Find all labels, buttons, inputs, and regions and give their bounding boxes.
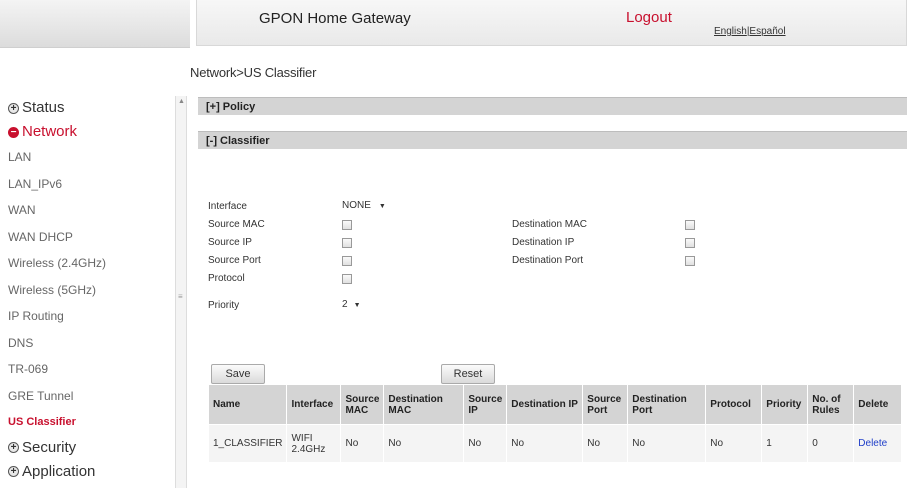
save-button[interactable]: Save (211, 364, 265, 384)
lang-spanish-link[interactable]: Español (749, 26, 785, 37)
source-mac-label: Source MAC (208, 219, 265, 230)
sidebar-item-wireless-5[interactable]: Wireless (5GHz) (0, 277, 175, 304)
interface-label: Interface (208, 201, 247, 212)
cell-source-port: No (582, 424, 629, 463)
cell-name: 1_CLASSIFIER (207, 424, 288, 463)
collapse-minus-icon: − (8, 126, 19, 138)
sidebar-item-ip-routing[interactable]: IP Routing (0, 303, 175, 330)
source-mac-checkbox[interactable] (342, 220, 352, 230)
priority-label: Priority (208, 300, 240, 311)
col-no-rules: No. of Rules (807, 384, 855, 425)
nav-application-label: Application (22, 462, 96, 480)
delete-link[interactable]: Delete (853, 424, 903, 463)
classifier-table: Name Interface Source MAC Destination MA… (207, 384, 903, 463)
port-row: Source Port Destination Port (208, 254, 907, 268)
expand-plus-icon: + (8, 442, 19, 453)
col-name: Name (207, 384, 288, 425)
nav-application[interactable]: + Application (0, 460, 175, 484)
col-protocol: Protocol (705, 384, 763, 425)
table-row: 1_CLASSIFIER WIFI 2.4GHz No No No No No … (207, 424, 903, 463)
lang-english-link[interactable]: English (714, 26, 747, 37)
source-port-label: Source Port (208, 255, 261, 266)
sidebar-item-wan-dhcp[interactable]: WAN DHCP (0, 224, 175, 251)
cell-protocol: No (705, 424, 763, 463)
table-header-row: Name Interface Source MAC Destination MA… (207, 384, 903, 425)
gateway-title: GPON Home Gateway (259, 10, 411, 27)
sidebar-item-wan[interactable]: WAN (0, 197, 175, 224)
logout-link[interactable]: Logout (626, 9, 672, 26)
nav-status-label: Status (22, 99, 65, 116)
col-interface: Interface (286, 384, 342, 425)
cell-no-rules: 0 (807, 424, 855, 463)
source-ip-label: Source IP (208, 237, 252, 248)
cell-dest-port: No (627, 424, 707, 463)
col-source-port: Source Port (582, 384, 629, 425)
col-source-mac: Source MAC (340, 384, 385, 425)
ip-row: Source IP Destination IP (208, 236, 907, 250)
priority-select[interactable]: 2 ▼ (342, 299, 372, 312)
expand-plus-icon: + (8, 102, 19, 114)
interface-select-value: NONE (342, 200, 371, 211)
cell-dest-mac: No (383, 424, 465, 463)
col-dest-mac: Destination MAC (383, 384, 465, 425)
col-dest-ip: Destination IP (506, 384, 584, 425)
mac-row: Source MAC Destination MAC (208, 218, 907, 232)
sidebar-item-wireless-24[interactable]: Wireless (2.4GHz) (0, 250, 175, 277)
sidebar-item-dns[interactable]: DNS (0, 330, 175, 357)
language-switch: English|Español (714, 26, 786, 37)
cell-interface: WIFI 2.4GHz (286, 424, 342, 463)
nav-network[interactable]: − Network (0, 120, 175, 144)
dest-port-label: Destination Port (512, 255, 584, 266)
source-ip-checkbox[interactable] (342, 238, 352, 248)
breadcrumb: Network>US Classifier (190, 65, 317, 80)
sidebar: + Status − Network LAN LAN_IPv6 WAN WAN … (0, 0, 190, 488)
cell-priority: 1 (761, 424, 809, 463)
dest-ip-label: Destination IP (512, 237, 575, 248)
protocol-label: Protocol (208, 273, 245, 284)
col-dest-port: Destination Port (627, 384, 707, 425)
priority-select-value: 2 (342, 299, 348, 310)
dest-ip-checkbox[interactable] (685, 238, 695, 248)
sidebar-item-lan[interactable]: LAN (0, 144, 175, 171)
source-port-checkbox[interactable] (342, 256, 352, 266)
top-header: GPON Home Gateway Logout English|Español (196, 0, 907, 46)
sidebar-item-tr069[interactable]: TR-069 (0, 356, 175, 383)
nav-network-label: Network (22, 123, 78, 140)
dropdown-arrow-icon: ▼ (353, 302, 361, 309)
sidebar-header (0, 0, 190, 48)
classifier-section-toggle[interactable]: [-] Classifier (198, 131, 907, 149)
cell-dest-ip: No (506, 424, 584, 463)
cell-source-ip: No (463, 424, 508, 463)
nav-security[interactable]: + Security (0, 436, 175, 460)
dropdown-arrow-icon: ▼ (378, 203, 386, 210)
sidebar-item-gre-tunnel[interactable]: GRE Tunnel (0, 383, 175, 410)
scroll-grip-icon[interactable]: ≡ (178, 292, 183, 301)
col-delete: Delete (853, 384, 903, 425)
sidebar-item-us-classifier[interactable]: US Classifier (0, 409, 175, 436)
dest-mac-checkbox[interactable] (685, 220, 695, 230)
expand-plus-icon: + (8, 466, 19, 477)
scroll-up-arrow-icon[interactable]: ▲ (178, 98, 185, 105)
nav-status[interactable]: + Status (0, 96, 175, 120)
dest-port-checkbox[interactable] (685, 256, 695, 266)
interface-select[interactable]: NONE ▼ (342, 200, 402, 213)
col-source-ip: Source IP (463, 384, 508, 425)
reset-button[interactable]: Reset (441, 364, 495, 384)
nav-security-label: Security (22, 438, 77, 456)
nav-menu: + Status − Network LAN LAN_IPv6 WAN WAN … (0, 96, 175, 484)
col-priority: Priority (761, 384, 809, 425)
policy-section-toggle[interactable]: [+] Policy (198, 97, 907, 115)
dest-mac-label: Destination MAC (512, 219, 588, 230)
cell-source-mac: No (340, 424, 385, 463)
sidebar-scrollbar[interactable]: ▲ ≡ (175, 96, 187, 488)
sidebar-item-lan-ipv6[interactable]: LAN_IPv6 (0, 171, 175, 198)
protocol-checkbox[interactable] (342, 274, 352, 284)
